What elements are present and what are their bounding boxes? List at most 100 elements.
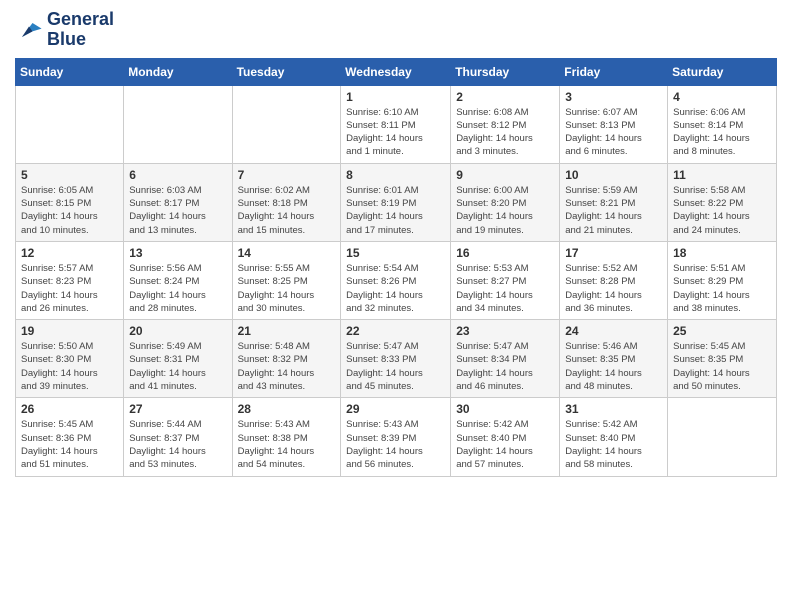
calendar-cell: 9 Sunrise: 6:00 AMSunset: 8:20 PMDaylight… [451,163,560,241]
day-info: Sunrise: 5:42 AMSunset: 8:40 PMDaylight:… [456,418,554,471]
day-info: Sunrise: 6:03 AMSunset: 8:17 PMDaylight:… [129,184,226,237]
calendar-cell: 30 Sunrise: 5:42 AMSunset: 8:40 PMDayligh… [451,398,560,476]
calendar-cell: 16 Sunrise: 5:53 AMSunset: 8:27 PMDayligh… [451,241,560,319]
day-info: Sunrise: 5:48 AMSunset: 8:32 PMDaylight:… [238,340,336,393]
calendar-week-1: 1 Sunrise: 6:10 AMSunset: 8:11 PMDaylight… [16,85,777,163]
day-info: Sunrise: 5:47 AMSunset: 8:34 PMDaylight:… [456,340,554,393]
weekday-header-saturday: Saturday [668,58,777,85]
day-number: 15 [346,246,445,260]
calendar-cell: 19 Sunrise: 5:50 AMSunset: 8:30 PMDayligh… [16,320,124,398]
calendar-week-3: 12 Sunrise: 5:57 AMSunset: 8:23 PMDayligh… [16,241,777,319]
day-info: Sunrise: 5:51 AMSunset: 8:29 PMDaylight:… [673,262,771,315]
calendar-cell: 21 Sunrise: 5:48 AMSunset: 8:32 PMDayligh… [232,320,341,398]
day-info: Sunrise: 6:02 AMSunset: 8:18 PMDaylight:… [238,184,336,237]
calendar-cell: 24 Sunrise: 5:46 AMSunset: 8:35 PMDayligh… [560,320,668,398]
day-number: 24 [565,324,662,338]
day-info: Sunrise: 5:42 AMSunset: 8:40 PMDaylight:… [565,418,662,471]
weekday-header-thursday: Thursday [451,58,560,85]
calendar-cell: 14 Sunrise: 5:55 AMSunset: 8:25 PMDayligh… [232,241,341,319]
day-number: 26 [21,402,118,416]
day-number: 23 [456,324,554,338]
calendar-cell: 13Sunrise: 5:56 AMSunset: 8:24 PMDayligh… [124,241,232,319]
day-info: Sunrise: 5:59 AMSunset: 8:21 PMDaylight:… [565,184,662,237]
day-number: 9 [456,168,554,182]
calendar-table: SundayMondayTuesdayWednesdayThursdayFrid… [15,58,777,477]
day-info: Sunrise: 6:00 AMSunset: 8:20 PMDaylight:… [456,184,554,237]
weekday-header-sunday: Sunday [16,58,124,85]
day-number: 1 [346,90,445,104]
calendar-cell [232,85,341,163]
day-number: 2 [456,90,554,104]
day-info: Sunrise: 6:10 AMSunset: 8:11 PMDaylight:… [346,106,445,159]
day-number: 11 [673,168,771,182]
calendar-cell: 17 Sunrise: 5:52 AMSunset: 8:28 PMDayligh… [560,241,668,319]
calendar-cell: 10Sunrise: 5:59 AMSunset: 8:21 PMDayligh… [560,163,668,241]
day-number: 17 [565,246,662,260]
calendar-cell: 3 Sunrise: 6:07 AMSunset: 8:13 PMDaylight… [560,85,668,163]
calendar-cell: 11 Sunrise: 5:58 AMSunset: 8:22 PMDayligh… [668,163,777,241]
day-info: Sunrise: 5:55 AMSunset: 8:25 PMDaylight:… [238,262,336,315]
day-number: 18 [673,246,771,260]
day-number: 30 [456,402,554,416]
day-number: 22 [346,324,445,338]
day-info: Sunrise: 5:43 AMSunset: 8:39 PMDaylight:… [346,418,445,471]
calendar-cell: 26 Sunrise: 5:45 AMSunset: 8:36 PMDayligh… [16,398,124,476]
calendar-cell: 29Sunrise: 5:43 AMSunset: 8:39 PMDayligh… [341,398,451,476]
weekday-header-friday: Friday [560,58,668,85]
calendar-cell: 28 Sunrise: 5:43 AMSunset: 8:38 PMDayligh… [232,398,341,476]
calendar-cell: 5Sunrise: 6:05 AMSunset: 8:15 PMDaylight… [16,163,124,241]
calendar-cell: 18 Sunrise: 5:51 AMSunset: 8:29 PMDayligh… [668,241,777,319]
calendar-cell: 20Sunrise: 5:49 AMSunset: 8:31 PMDayligh… [124,320,232,398]
day-info: Sunrise: 5:44 AMSunset: 8:37 PMDaylight:… [129,418,226,471]
calendar-cell: 8 Sunrise: 6:01 AMSunset: 8:19 PMDaylight… [341,163,451,241]
calendar-cell: 15 Sunrise: 5:54 AMSunset: 8:26 PMDayligh… [341,241,451,319]
day-number: 19 [21,324,118,338]
day-info: Sunrise: 5:54 AMSunset: 8:26 PMDaylight:… [346,262,445,315]
day-info: Sunrise: 5:43 AMSunset: 8:38 PMDaylight:… [238,418,336,471]
logo-text: General Blue [47,10,114,50]
logo: General Blue [15,10,114,50]
calendar-cell: 12 Sunrise: 5:57 AMSunset: 8:23 PMDayligh… [16,241,124,319]
day-info: Sunrise: 6:06 AMSunset: 8:14 PMDaylight:… [673,106,771,159]
day-info: Sunrise: 6:05 AMSunset: 8:15 PMDaylight:… [21,184,118,237]
day-number: 27 [129,402,226,416]
day-info: Sunrise: 5:52 AMSunset: 8:28 PMDaylight:… [565,262,662,315]
day-number: 14 [238,246,336,260]
day-info: Sunrise: 5:47 AMSunset: 8:33 PMDaylight:… [346,340,445,393]
day-info: Sunrise: 6:07 AMSunset: 8:13 PMDaylight:… [565,106,662,159]
day-info: Sunrise: 6:01 AMSunset: 8:19 PMDaylight:… [346,184,445,237]
calendar-cell: 7Sunrise: 6:02 AMSunset: 8:18 PMDaylight… [232,163,341,241]
calendar-cell [124,85,232,163]
day-number: 6 [129,168,226,182]
day-info: Sunrise: 5:45 AMSunset: 8:35 PMDaylight:… [673,340,771,393]
day-info: Sunrise: 5:49 AMSunset: 8:31 PMDaylight:… [129,340,226,393]
calendar-week-2: 5Sunrise: 6:05 AMSunset: 8:15 PMDaylight… [16,163,777,241]
day-number: 8 [346,168,445,182]
day-number: 3 [565,90,662,104]
calendar-cell: 1 Sunrise: 6:10 AMSunset: 8:11 PMDaylight… [341,85,451,163]
day-number: 12 [21,246,118,260]
day-number: 21 [238,324,336,338]
day-info: Sunrise: 6:08 AMSunset: 8:12 PMDaylight:… [456,106,554,159]
day-number: 16 [456,246,554,260]
calendar-cell [668,398,777,476]
calendar-cell: 27 Sunrise: 5:44 AMSunset: 8:37 PMDayligh… [124,398,232,476]
page-header: General Blue [15,10,777,50]
weekday-header-wednesday: Wednesday [341,58,451,85]
day-number: 13 [129,246,226,260]
day-number: 4 [673,90,771,104]
calendar-week-5: 26 Sunrise: 5:45 AMSunset: 8:36 PMDayligh… [16,398,777,476]
day-number: 31 [565,402,662,416]
day-info: Sunrise: 5:53 AMSunset: 8:27 PMDaylight:… [456,262,554,315]
day-info: Sunrise: 5:50 AMSunset: 8:30 PMDaylight:… [21,340,118,393]
calendar-cell: 4 Sunrise: 6:06 AMSunset: 8:14 PMDaylight… [668,85,777,163]
calendar-cell: 25Sunrise: 5:45 AMSunset: 8:35 PMDayligh… [668,320,777,398]
weekday-header-tuesday: Tuesday [232,58,341,85]
day-number: 28 [238,402,336,416]
day-info: Sunrise: 5:46 AMSunset: 8:35 PMDaylight:… [565,340,662,393]
calendar-cell [16,85,124,163]
day-info: Sunrise: 5:58 AMSunset: 8:22 PMDaylight:… [673,184,771,237]
day-info: Sunrise: 5:57 AMSunset: 8:23 PMDaylight:… [21,262,118,315]
day-info: Sunrise: 5:45 AMSunset: 8:36 PMDaylight:… [21,418,118,471]
calendar-cell: 22 Sunrise: 5:47 AMSunset: 8:33 PMDayligh… [341,320,451,398]
